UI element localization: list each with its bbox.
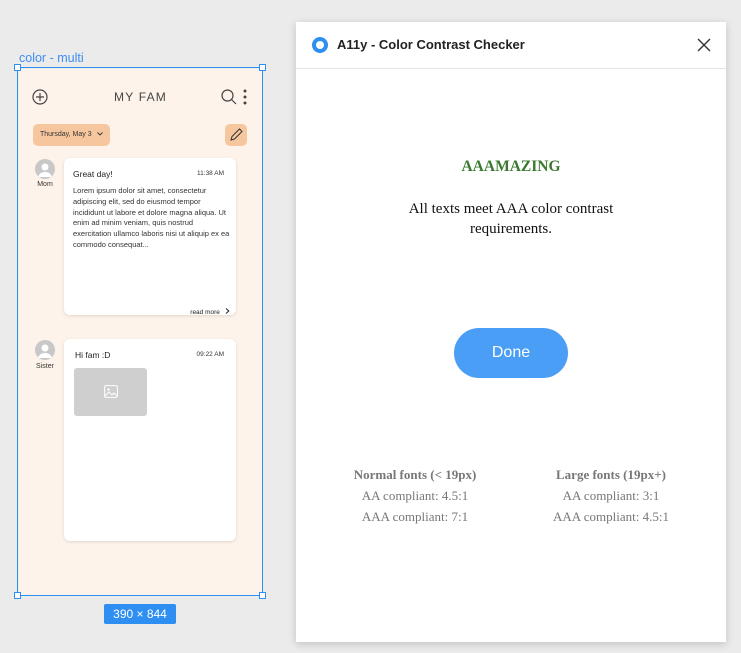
large-fonts-info: Large fonts (19px+) AA compliant: 3:1 AA… [536, 464, 686, 527]
large-aa-ratio: AA compliant: 3:1 [562, 488, 660, 503]
frame-label[interactable]: color - multi [19, 51, 84, 65]
done-button[interactable]: Done [454, 328, 568, 378]
frame-selection[interactable] [17, 67, 263, 596]
normal-fonts-heading: Normal fonts (< 19px) [353, 467, 477, 482]
close-icon[interactable] [694, 35, 714, 55]
normal-aa-ratio: AA compliant: 4.5:1 [361, 488, 469, 503]
frame-size-tag: 390 × 844 [104, 604, 176, 624]
plugin-title: A11y - Color Contrast Checker [337, 37, 525, 52]
normal-fonts-info: Normal fonts (< 19px) AA compliant: 4.5:… [340, 464, 490, 527]
resize-handle[interactable] [259, 592, 266, 599]
resize-handle[interactable] [259, 64, 266, 71]
plugin-logo-icon [312, 37, 328, 53]
normal-aaa-ratio: AAA compliant: 7:1 [361, 509, 469, 524]
resize-handle[interactable] [14, 64, 21, 71]
large-fonts-heading: Large fonts (19px+) [556, 467, 666, 482]
large-aaa-ratio: AAA compliant: 4.5:1 [553, 509, 669, 524]
result-text: All texts meet AAA color contrast requir… [408, 201, 614, 237]
plugin-window: A11y - Color Contrast Checker AAAMAZING … [296, 22, 726, 642]
resize-handle[interactable] [14, 592, 21, 599]
result-heading: AAAMAZING [461, 158, 561, 175]
plugin-header: A11y - Color Contrast Checker [296, 22, 726, 69]
